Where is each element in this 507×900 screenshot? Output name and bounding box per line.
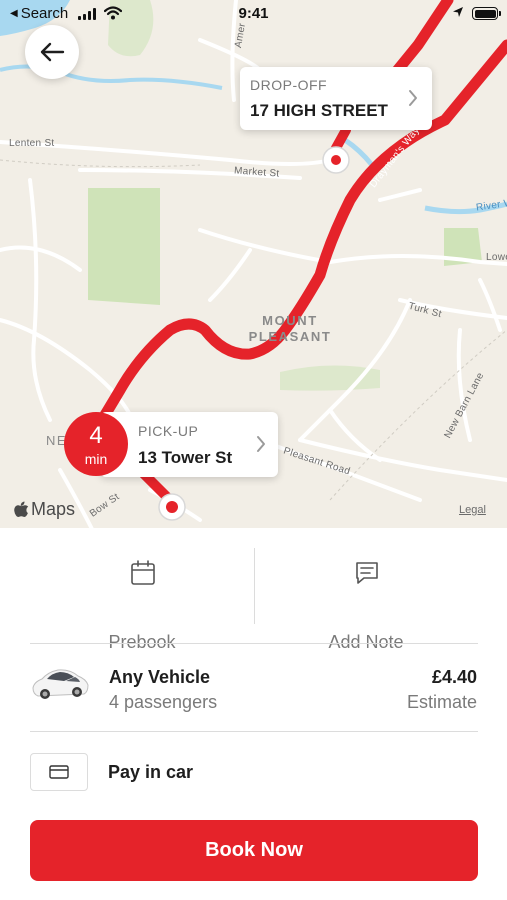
pickup-address: 13 Tower St: [138, 448, 233, 467]
arrow-left-icon: [40, 42, 65, 62]
dropoff-callout[interactable]: DROP-OFF 17 HIGH STREET: [240, 67, 432, 130]
back-button[interactable]: [25, 25, 79, 79]
divider: [30, 643, 478, 644]
apple-logo-icon: [14, 501, 29, 517]
location-arrow-icon: [453, 7, 463, 17]
dropoff-address: 17 HIGH STREET: [250, 101, 388, 120]
prebook-button[interactable]: Prebook: [42, 556, 242, 652]
vehicle-name: Any Vehicle: [109, 667, 211, 687]
divider: [30, 731, 478, 732]
pickup-title: PICK-UP: [138, 423, 199, 439]
vehicle-option[interactable]: Any Vehicle 4 passengers £4.40 Estimate: [0, 656, 507, 730]
status-bar: ◀ Search 9:41: [0, 0, 507, 26]
credit-card-icon: [49, 765, 69, 779]
chevron-right-icon: [257, 436, 265, 452]
vehicle-price: £4.40: [431, 667, 477, 687]
eta-unit: min: [84, 451, 108, 467]
area-label: MOUNT PLEASANT: [248, 313, 332, 344]
map-view[interactable]: Lenten St Market St Drayman's Way River …: [0, 0, 507, 535]
vehicle-price-note: Estimate: [406, 692, 477, 712]
maps-logo: Maps: [14, 499, 75, 520]
legal-link[interactable]: Legal: [459, 504, 486, 516]
status-time: 9:41: [238, 5, 269, 22]
street-label: Lowe: [486, 252, 507, 263]
eta-badge: 4 min: [64, 412, 128, 476]
payment-method-label: Pay in car: [108, 762, 194, 782]
payment-method-row[interactable]: Pay in car: [0, 750, 507, 794]
street-label: Lenten St: [9, 138, 55, 149]
eta-value: 4: [89, 422, 103, 449]
park-south: [280, 365, 380, 391]
payment-card-box: [30, 753, 88, 791]
add-note-button[interactable]: Add Note: [266, 556, 466, 652]
note-bubble-icon: [356, 562, 378, 584]
park-west: [88, 188, 160, 305]
calendar-icon: [131, 560, 155, 585]
vehicle-capacity: 4 passengers: [109, 692, 218, 712]
action-divider: [254, 548, 255, 624]
route-line-dropoff: [331, 125, 351, 153]
book-now-button[interactable]: Book Now: [30, 820, 478, 881]
chevron-right-icon: [409, 90, 417, 106]
battery-icon: [472, 7, 501, 20]
booking-panel: Prebook Add Note Any Vehicle 4 passenger…: [0, 528, 507, 900]
dropoff-title: DROP-OFF: [250, 77, 328, 93]
car-icon: [32, 669, 89, 699]
